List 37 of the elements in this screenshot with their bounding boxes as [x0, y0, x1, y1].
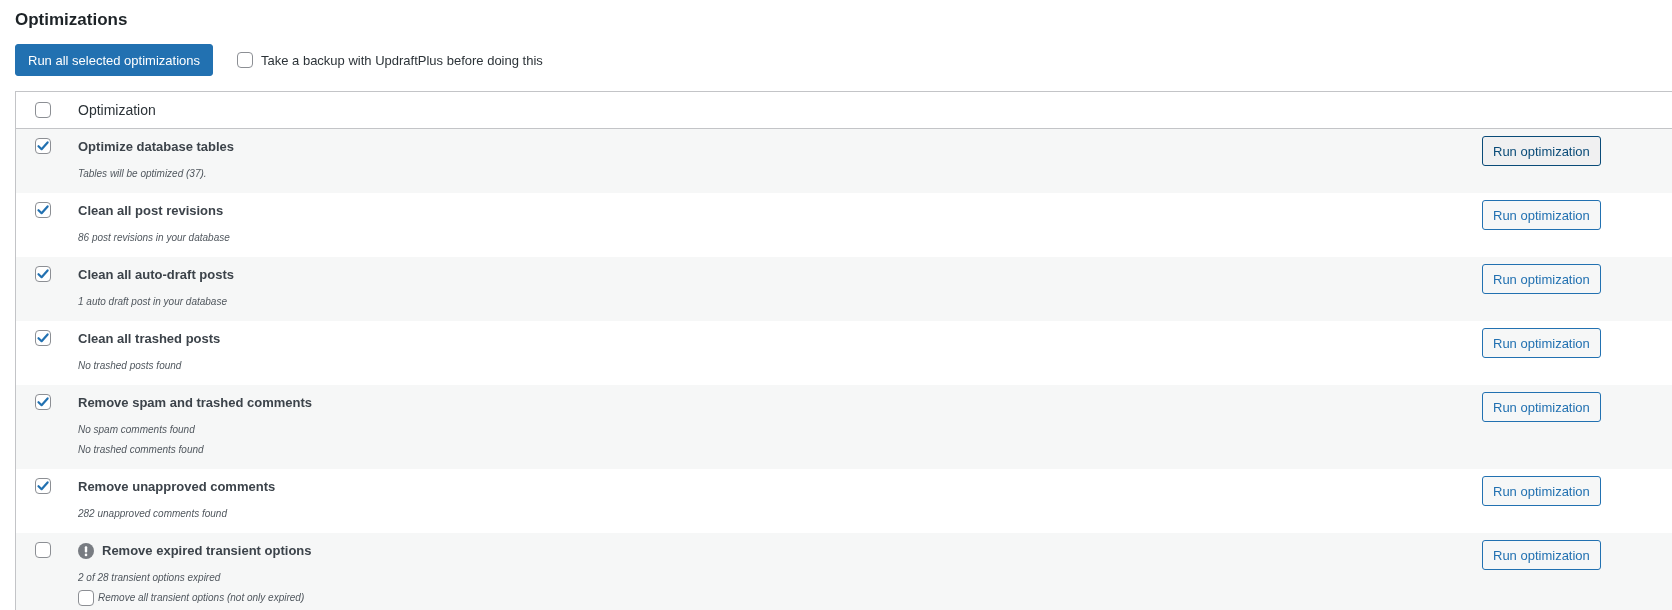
optimization-title: Remove spam and trashed comments — [78, 394, 313, 412]
optimization-title: Remove unapproved comments — [78, 478, 276, 496]
optimization-title: Remove expired transient options — [102, 542, 312, 560]
optimization-title: Clean all post revisions — [78, 202, 224, 220]
optimization-detail: 2 of 28 transient options expired — [78, 571, 221, 585]
row-checkbox[interactable] — [35, 478, 51, 494]
backup-checkbox[interactable] — [237, 52, 253, 68]
optimization-detail: 282 unapproved comments found — [78, 507, 227, 521]
row-checkbox[interactable] — [35, 542, 51, 558]
optimization-detail: No trashed comments found — [78, 443, 204, 457]
optimization-title: Clean all auto-draft posts — [78, 266, 235, 284]
row-checkbox[interactable] — [35, 202, 51, 218]
optimization-title: Clean all trashed posts — [78, 330, 221, 348]
optimization-detail: No trashed posts found — [78, 359, 182, 373]
run-optimization-button[interactable]: Run optimization — [1482, 264, 1601, 294]
run-all-button[interactable]: Run all selected optimizations — [15, 44, 213, 76]
row-checkbox[interactable] — [35, 266, 51, 282]
select-all-checkbox[interactable] — [35, 102, 51, 118]
run-optimization-button[interactable]: Run optimization — [1482, 392, 1601, 422]
row-checkbox[interactable] — [35, 394, 51, 410]
optimization-detail: 86 post revisions in your database — [78, 231, 230, 245]
backup-label: Take a backup with UpdraftPlus before doing this — [261, 52, 543, 68]
option-checkbox[interactable] — [78, 590, 94, 606]
run-optimization-button[interactable]: Run optimization — [1482, 200, 1601, 230]
page-title: Optimizations — [15, 9, 128, 31]
run-optimization-button[interactable]: Run optimization — [1482, 328, 1601, 358]
optimization-detail: Tables will be optimized (37). — [78, 167, 207, 181]
row-checkbox[interactable] — [35, 138, 51, 154]
optimization-detail: 1 auto draft post in your database — [78, 295, 227, 309]
column-header: Optimization — [78, 102, 156, 118]
option-label: Remove all transient options (not only expired) — [98, 591, 305, 605]
row-checkbox[interactable] — [35, 330, 51, 346]
optimization-detail: No spam comments found — [78, 423, 195, 437]
optimization-title: Optimize database tables — [78, 138, 235, 156]
run-optimization-button[interactable]: Run optimization — [1482, 540, 1601, 570]
run-optimization-button[interactable]: Run optimization — [1482, 476, 1601, 506]
run-optimization-button[interactable]: Run optimization — [1482, 136, 1601, 166]
